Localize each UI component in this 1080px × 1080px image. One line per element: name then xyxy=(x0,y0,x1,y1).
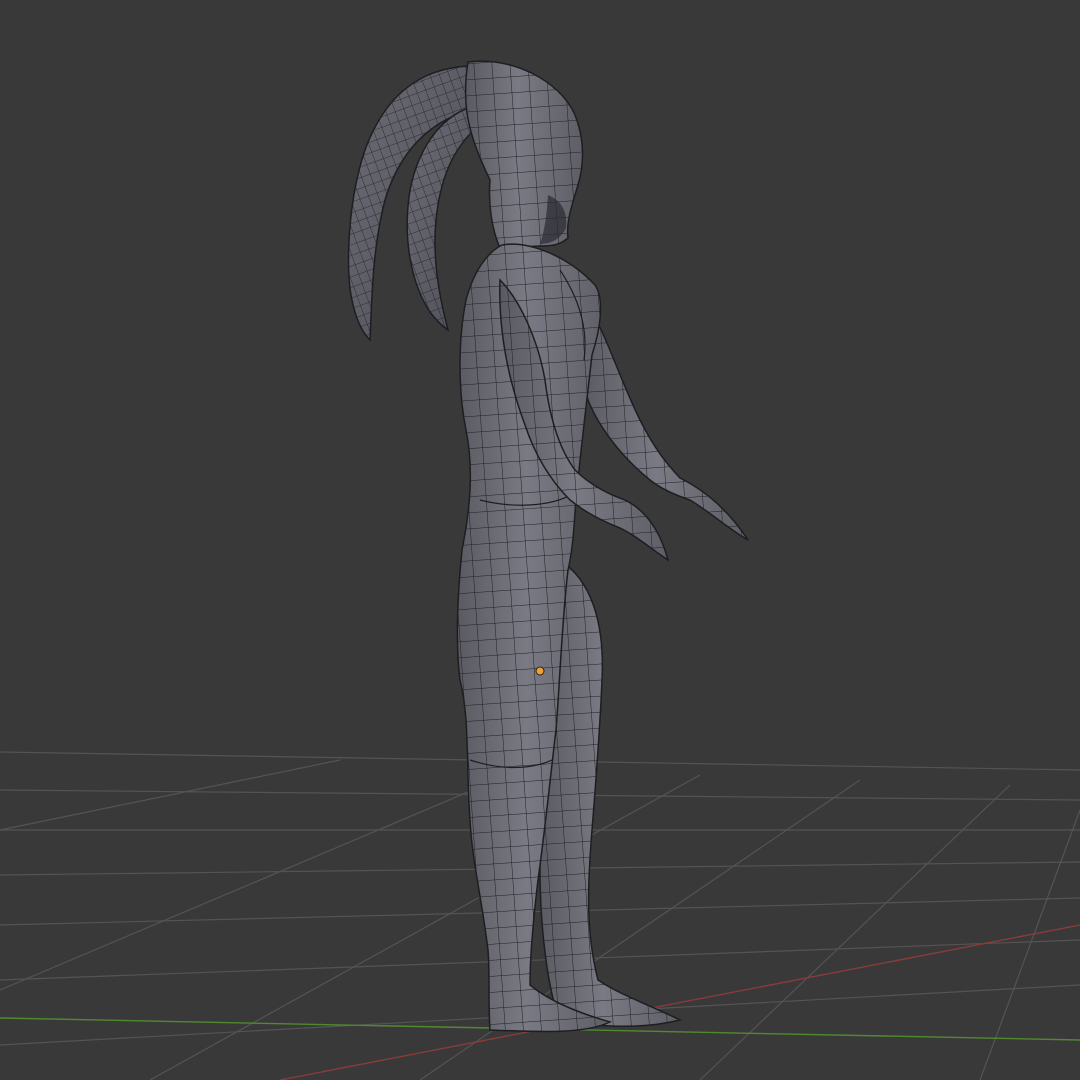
grid-line xyxy=(0,939,1080,981)
x-axis-line xyxy=(279,924,1080,1080)
3d-viewport[interactable] xyxy=(0,0,1080,1080)
object-origin-dot[interactable] xyxy=(535,666,545,676)
grid-line xyxy=(149,774,701,1080)
head xyxy=(464,60,584,249)
horned-humanoid-mesh[interactable] xyxy=(347,60,749,1033)
grid-line xyxy=(0,769,521,991)
viewport-canvas[interactable] xyxy=(0,0,1080,1080)
grid-line xyxy=(0,759,341,831)
